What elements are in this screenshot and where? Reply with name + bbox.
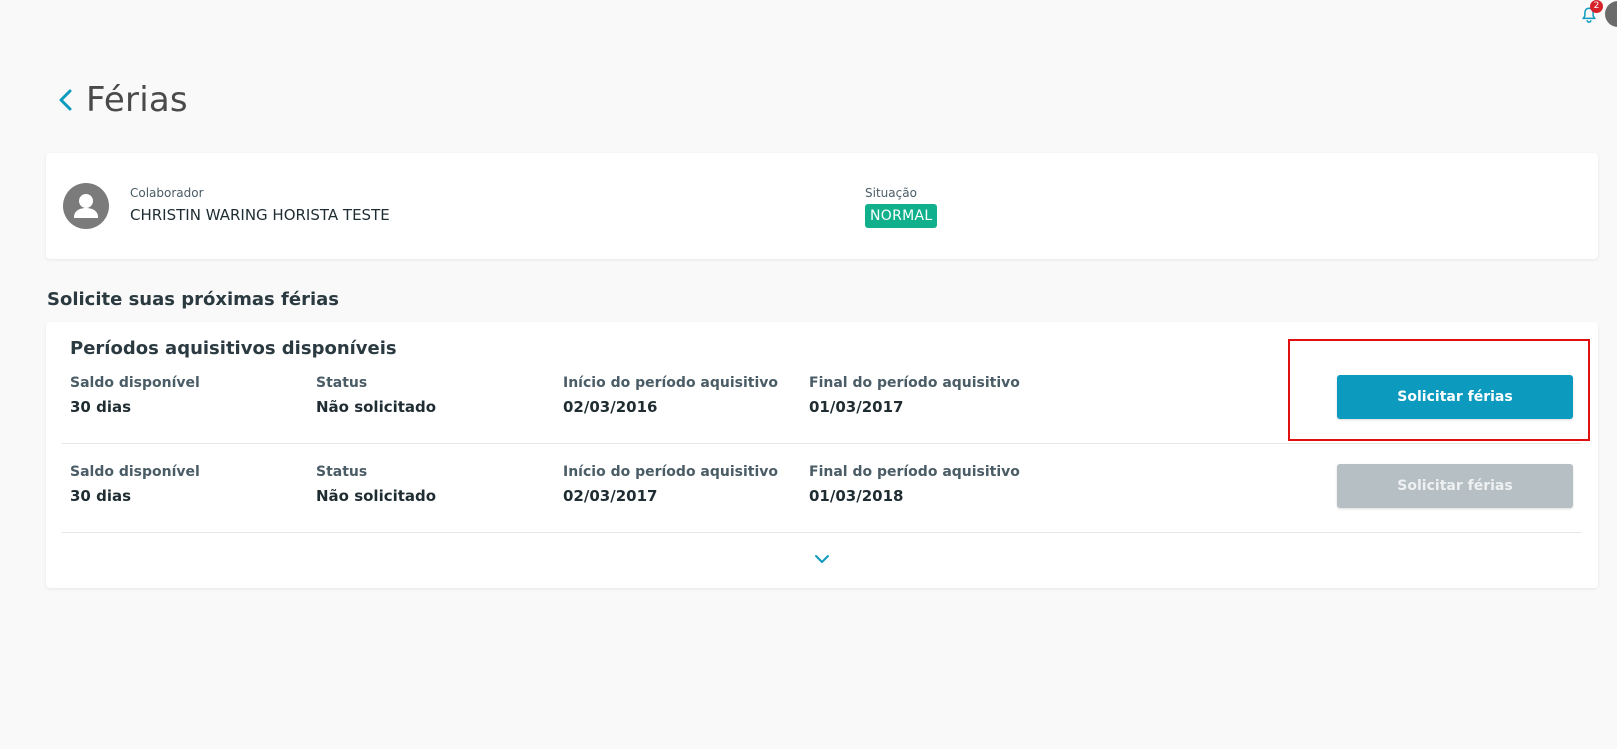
row-divider [62,532,1582,533]
end-date-value: 01/03/2018 [809,487,904,505]
end-date-label: Final do período aquisitivo [809,464,1020,480]
notification-count-badge: 2 [1590,0,1603,13]
chevron-down-icon[interactable] [813,550,831,568]
start-date-value: 02/03/2016 [563,398,658,416]
user-icon [63,183,109,229]
request-vacation-button[interactable]: Solicitar férias [1337,375,1573,419]
balance-label: Saldo disponível [70,464,200,480]
balance-value: 30 dias [70,487,132,505]
periods-card: Períodos aquisitivos disponíveis Saldo d… [46,322,1598,588]
start-date-value: 02/03/2017 [563,487,658,505]
balance-value: 30 dias [70,398,132,416]
status-badge: NORMAL [865,204,938,228]
status-value: Não solicitado [316,487,437,505]
situation-label: Situação [865,186,917,200]
balance-label: Saldo disponível [70,375,200,391]
chevron-left-icon[interactable] [56,87,76,113]
status-label: Status [316,464,368,480]
row-divider [62,443,1582,444]
user-avatar[interactable] [1605,1,1617,27]
end-date-value: 01/03/2017 [809,398,904,416]
request-vacation-button-disabled[interactable]: Solicitar férias [1337,464,1573,508]
status-value: Não solicitado [316,398,437,416]
collaborator-name: CHRISTIN WARING HORISTA TESTE [130,206,390,224]
employee-card: Colaborador CHRISTIN WARING HORISTA TEST… [46,153,1598,259]
end-date-label: Final do período aquisitivo [809,375,1020,391]
section-title: Solicite suas próximas férias [47,289,339,310]
page-title: Férias [86,80,188,120]
periods-card-title: Períodos aquisitivos disponíveis [70,338,397,359]
collaborator-label: Colaborador [130,186,204,200]
status-label: Status [316,375,368,391]
start-date-label: Início do período aquisitivo [563,464,779,480]
start-date-label: Início do período aquisitivo [563,375,779,391]
page-header: Férias [56,78,188,122]
